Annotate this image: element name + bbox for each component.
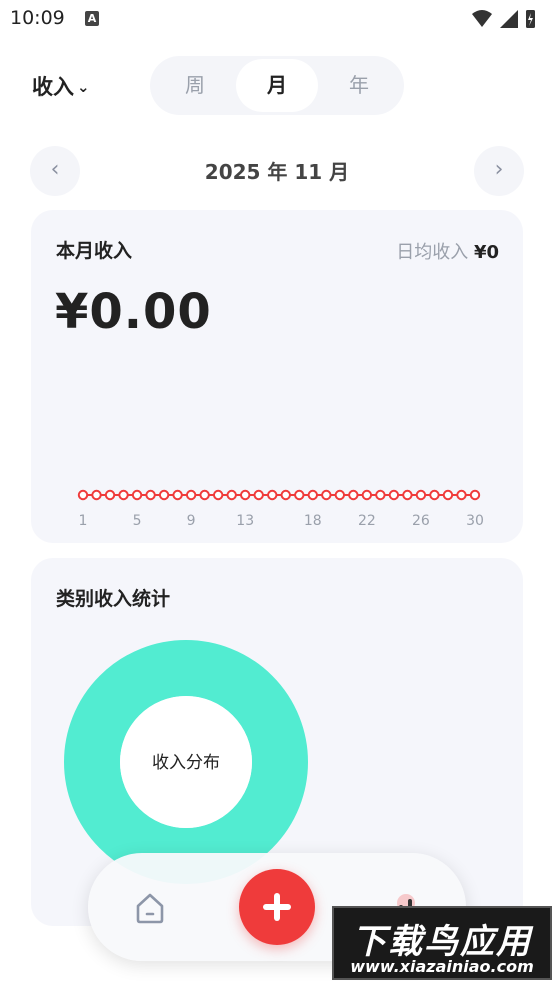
data-point <box>267 489 278 501</box>
donut-center-label: 收入分布 <box>152 753 220 773</box>
data-point <box>240 489 251 501</box>
data-point <box>104 489 116 501</box>
data-point <box>172 489 183 501</box>
tab-month[interactable]: 月 <box>236 59 318 112</box>
data-point <box>415 489 427 501</box>
notification-icon: A <box>85 11 99 26</box>
daily-average-label: 日均收入 <box>396 242 469 263</box>
add-record-button[interactable] <box>239 869 315 945</box>
x-tick-label: 30 <box>466 513 484 529</box>
data-point <box>334 489 346 501</box>
income-type-label: 收入 <box>32 75 74 99</box>
next-month-button[interactable]: › <box>474 146 524 196</box>
data-point <box>77 489 89 501</box>
data-point <box>91 489 102 501</box>
data-point <box>456 489 467 501</box>
monthly-income-title: 本月收入 <box>56 240 133 262</box>
data-point <box>388 489 400 501</box>
prev-month-button[interactable]: ‹ <box>30 146 80 196</box>
income-type-dropdown[interactable]: 收入 ⌄ <box>32 70 90 102</box>
chevron-down-icon: ⌄ <box>77 78 90 96</box>
home-icon[interactable] <box>133 891 167 925</box>
data-point <box>158 489 170 501</box>
status-time: 10:09 <box>10 7 65 29</box>
x-tick-label: 26 <box>412 513 430 529</box>
cell-signal-icon <box>500 10 518 28</box>
x-tick-label: 9 <box>187 513 196 529</box>
data-point <box>226 489 237 501</box>
data-point <box>469 489 481 501</box>
status-bar: 10:09 A <box>0 0 554 38</box>
x-tick-label: 18 <box>304 513 322 529</box>
current-month-label: 2025 年 11 月 <box>204 160 350 184</box>
x-tick-label: 1 <box>79 513 88 529</box>
data-point <box>145 489 156 501</box>
data-point <box>131 489 143 501</box>
x-tick-label: 13 <box>236 513 254 529</box>
data-point <box>212 489 224 501</box>
data-point <box>321 489 332 501</box>
daily-average: 日均收入 ¥0 <box>396 238 499 264</box>
watermark-title: 下载鸟应用 <box>352 922 532 962</box>
watermark-logo: 下载鸟应用 www.xiazainiao.com <box>332 906 552 980</box>
data-point <box>361 489 373 501</box>
data-point <box>402 489 413 501</box>
data-point <box>253 489 264 501</box>
x-tick-label: 22 <box>358 513 376 529</box>
daily-average-value: ¥0 <box>473 242 499 263</box>
data-point <box>429 489 440 501</box>
wifi-icon <box>472 10 492 27</box>
data-point <box>294 489 305 501</box>
tab-week[interactable]: 周 <box>154 59 236 112</box>
signal-battery-icons <box>472 10 535 28</box>
data-point <box>199 489 210 501</box>
period-tabs: 周 月 年 <box>150 56 404 115</box>
x-tick-label: 5 <box>133 513 142 529</box>
data-point <box>348 489 359 501</box>
tab-year[interactable]: 年 <box>318 59 400 112</box>
data-point <box>307 489 318 501</box>
data-point <box>185 489 197 501</box>
daily-income-chart: 1 5 9 13 18 22 26 30 <box>77 489 484 529</box>
data-point <box>442 489 454 501</box>
total-income-amount: ¥0.00 <box>55 284 212 340</box>
monthly-income-card: 本月收入 日均收入 ¥0 ¥0.00 1 5 9 13 18 22 26 30 <box>31 210 523 543</box>
data-point <box>280 489 291 501</box>
category-stats-title: 类别收入统计 <box>56 588 171 610</box>
watermark-url: www.xiazainiao.com <box>350 957 534 976</box>
data-point <box>118 489 129 501</box>
data-point <box>375 489 386 501</box>
